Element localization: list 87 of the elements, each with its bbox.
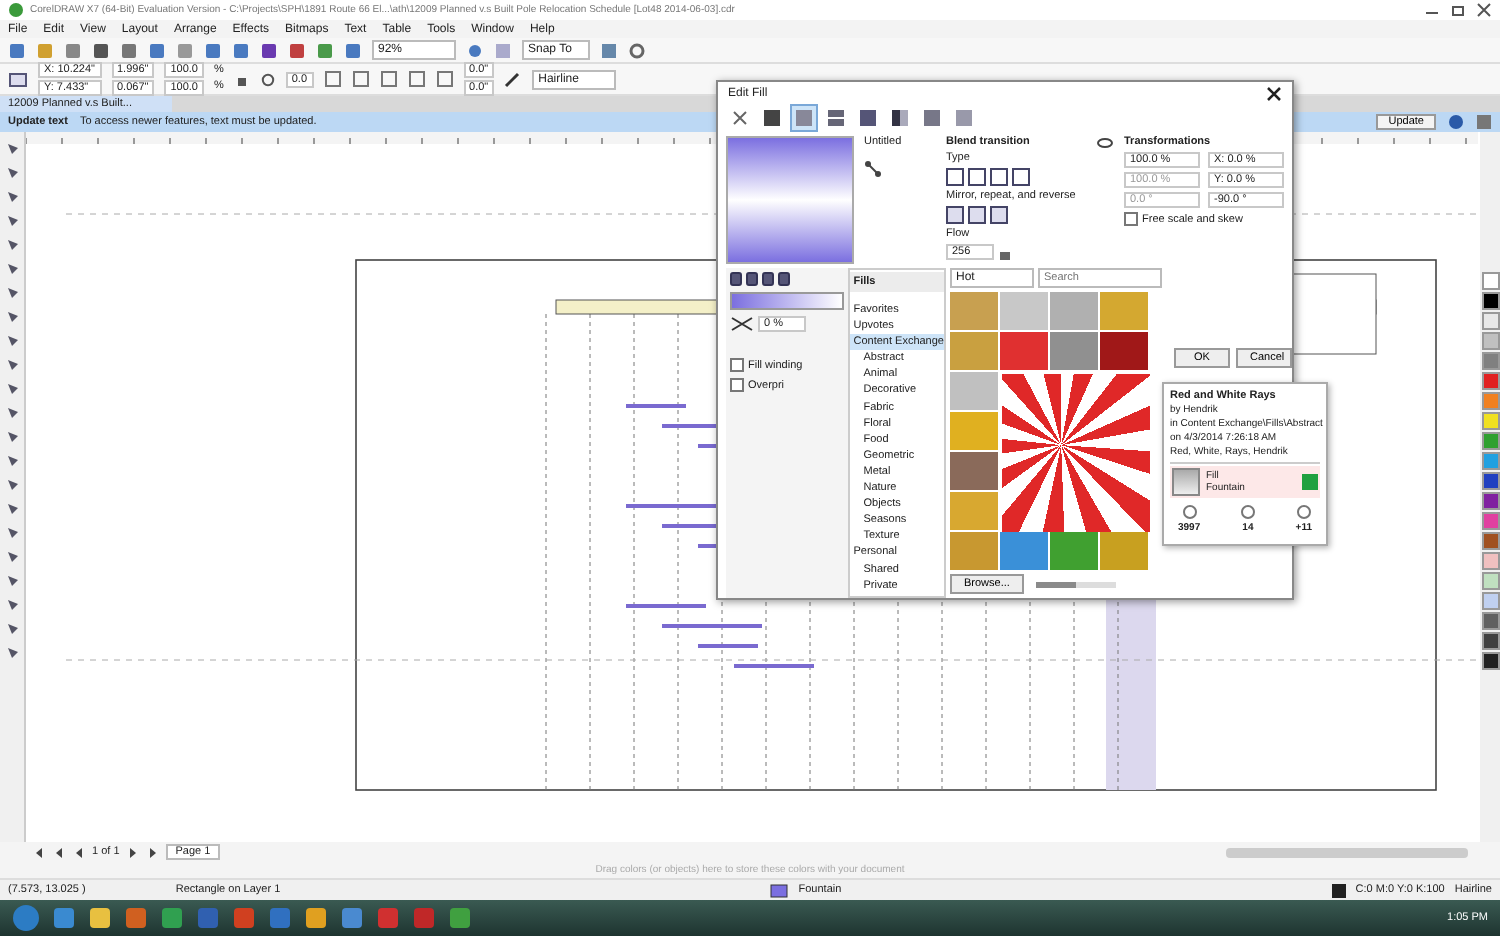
fill-thumbnail[interactable] [950, 332, 998, 370]
close-icon[interactable] [1476, 2, 1492, 18]
restore-icon[interactable] [1450, 2, 1466, 18]
gradient-preview [726, 136, 854, 264]
fill-thumbnail[interactable] [1000, 332, 1048, 370]
start-icon[interactable] [12, 904, 40, 932]
fill-thumbnail[interactable] [1050, 532, 1098, 570]
taskbar-app-icon[interactable] [448, 906, 472, 930]
fill-thumbnail[interactable] [950, 372, 998, 410]
color-node-icon[interactable] [730, 272, 742, 286]
download-icon [1181, 504, 1198, 520]
fill-thumbnail[interactable] [1100, 332, 1148, 370]
checkbox[interactable] [1124, 212, 1138, 226]
color-swatch[interactable] [1481, 572, 1499, 590]
postscript-fill-icon [954, 108, 974, 128]
fill-thumbnail[interactable] [1100, 292, 1148, 330]
toolbar-icon[interactable] [599, 41, 618, 59]
fill-type-button[interactable] [886, 104, 914, 132]
color-swatch[interactable] [1481, 392, 1499, 410]
dismiss-icon[interactable] [1476, 114, 1492, 130]
taskbar-app-icon[interactable] [88, 906, 112, 930]
color-swatch[interactable] [1481, 512, 1499, 530]
fill-thumbnail[interactable] [950, 532, 998, 570]
fill-thumbnail[interactable] [950, 412, 998, 450]
color-swatch[interactable] [1481, 552, 1499, 570]
color-swatch[interactable] [1481, 612, 1499, 630]
gear-icon[interactable] [627, 41, 646, 59]
fill-thumbnail[interactable] [950, 492, 998, 530]
color-swatch[interactable] [1481, 412, 1499, 430]
color-swatch[interactable] [1481, 272, 1499, 290]
pen-icon [504, 70, 523, 88]
pattern-fill-icon [826, 108, 846, 128]
gradient-bar[interactable] [730, 292, 844, 310]
color-swatch[interactable] [1481, 492, 1499, 510]
color-swatch[interactable] [1481, 312, 1499, 330]
scissors-icon[interactable] [730, 316, 754, 332]
fill-thumbnail[interactable] [1000, 532, 1048, 570]
color-swatch[interactable] [1481, 532, 1499, 550]
fill-thumbnail[interactable] [1000, 292, 1048, 330]
color-node-icon[interactable] [778, 272, 790, 286]
taskbar-app-icon[interactable] [304, 906, 328, 930]
fill-thumbnail[interactable] [950, 292, 998, 330]
color-swatch[interactable] [1481, 292, 1499, 310]
app-icon [8, 2, 24, 18]
taskbar-app-icon[interactable] [52, 906, 76, 930]
fill-thumbnail[interactable] [1100, 532, 1148, 570]
fill-thumbnail[interactable] [1050, 332, 1098, 370]
checkbox[interactable] [730, 378, 744, 392]
fill-type-button[interactable] [854, 104, 882, 132]
fill-icon [770, 883, 789, 897]
taskbar-app-icon[interactable] [160, 906, 184, 930]
taskbar-app-icon[interactable] [124, 906, 148, 930]
solid-fill-icon [762, 108, 782, 128]
outline-swatch-icon [1331, 883, 1346, 897]
color-swatch[interactable] [1481, 452, 1499, 470]
color-node-icon[interactable] [762, 272, 774, 286]
color-swatch[interactable] [1481, 352, 1499, 370]
horizontal-scrollbar[interactable] [1226, 847, 1468, 857]
taskbar-app-icon[interactable] [340, 906, 364, 930]
nodes-icon[interactable] [864, 160, 882, 178]
checkbox[interactable] [730, 358, 744, 372]
two-color-fill-icon [890, 108, 910, 128]
color-node-icon[interactable] [746, 272, 758, 286]
fill-type-button[interactable] [822, 104, 850, 132]
vote-icon [1295, 504, 1312, 520]
color-swatch[interactable] [1481, 472, 1499, 490]
color-swatch[interactable] [1481, 372, 1499, 390]
gradient-fill-icon [794, 108, 814, 128]
fill-swatch [1172, 468, 1200, 496]
bitmap-fill-icon [858, 108, 878, 128]
info-icon[interactable] [1448, 114, 1464, 130]
close-icon[interactable] [1266, 85, 1282, 101]
color-swatch[interactable] [1481, 652, 1499, 670]
no-fill-icon [730, 108, 750, 128]
color-swatch[interactable] [1481, 432, 1499, 450]
color-swatch[interactable] [1481, 632, 1499, 650]
texture-fill-icon [922, 108, 942, 128]
link-icon[interactable] [1096, 136, 1114, 150]
rotate-icon [259, 71, 276, 87]
color-swatch[interactable] [1481, 592, 1499, 610]
badge-icon [1302, 474, 1318, 490]
fill-thumbnail[interactable] [950, 452, 998, 490]
rectangle-icon [8, 69, 28, 89]
thumbnail-size-slider[interactable] [1035, 581, 1076, 587]
fill-type-button[interactable] [758, 104, 786, 132]
fill-thumbnail[interactable] [1050, 292, 1098, 330]
color-swatch[interactable] [1481, 332, 1499, 350]
